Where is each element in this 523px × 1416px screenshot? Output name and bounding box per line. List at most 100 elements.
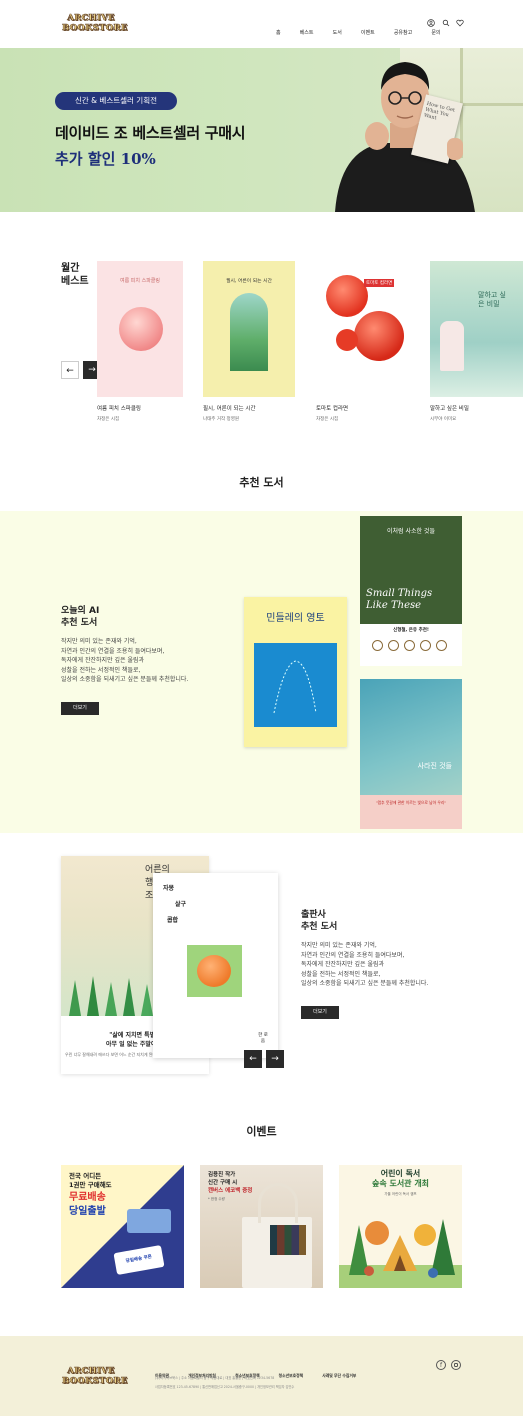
publisher-recommend-title: 출판사 추천 도서 — [301, 909, 337, 933]
book-cover-title: 여름 피치 스파클링 — [120, 278, 160, 284]
main-nav: 홈 베스트 도서 이벤트 공유참고 문의 — [262, 19, 441, 38]
books-in-bag — [270, 1225, 306, 1255]
publisher-next-button[interactable]: → — [266, 1050, 284, 1068]
event-line: 무료배송 — [69, 1192, 106, 1203]
nav-home[interactable]: 홈 — [276, 30, 281, 36]
cover-tagline: "멈추 뭇갈에 관한 이르는 빛으로 남아 우리" — [375, 800, 447, 805]
facebook-icon[interactable]: f — [436, 1360, 446, 1370]
publisher-title-line1: 출판사 — [301, 910, 326, 920]
forest-illustration — [339, 1219, 462, 1288]
desc-line: 일상의 소중함을 되새기고 싶은 분들께 추천합니다. — [61, 676, 189, 683]
book-author: 나태주 거작 정영원 — [203, 417, 239, 422]
cover-band: "멈추 뭇갈에 관한 이르는 빛으로 남아 우리" — [360, 795, 462, 829]
logo-line2: BOOKSTORE — [62, 1376, 128, 1387]
peach-illustration — [119, 307, 163, 351]
hero-heading: 데이비드 조 베스트셀러 구매시 — [55, 124, 246, 142]
award-badges — [372, 640, 447, 651]
search-icon[interactable] — [442, 19, 450, 27]
instagram-icon[interactable] — [451, 1360, 461, 1370]
event-banner-free-delivery[interactable]: 전국 어디든 1권만 구매해도 무료배송 당일출발 당일배송 쿠폰 — [61, 1165, 184, 1288]
best-book-card[interactable]: 토마토 컵라면 토마토 컵라면 차정은 시집 — [316, 261, 408, 431]
event-line: 당일출발 — [69, 1206, 106, 1217]
site-logo[interactable]: ARCHIVE BOOKSTORE — [62, 13, 128, 34]
nav-books[interactable]: 도서 — [333, 30, 342, 36]
publisher-more-button[interactable]: 더보기 — [301, 1006, 339, 1019]
footer-logo[interactable]: ARCHIVE BOOKSTORE — [62, 1366, 128, 1387]
cover-word: 콥합 — [167, 917, 179, 924]
book-cover: 필시, 어른이 되는 시간 — [203, 261, 295, 397]
user-icon[interactable] — [427, 19, 435, 27]
best-book-card[interactable]: 말하고 싶은 비밀 말하고 싶은 비밀 시부야 이미요 — [430, 261, 523, 431]
nav-contact[interactable]: 문의 — [431, 30, 440, 36]
figure-illustration — [440, 321, 464, 371]
desc-line: 성찰을 전하는 서정적인 책들로, — [301, 970, 381, 978]
book-cover-subtitle: Small Things Like These — [366, 588, 433, 611]
nav-event[interactable]: 이벤트 — [361, 30, 375, 36]
footer-company-info: (주)아카이브북스 | 주소 서울특별시 중구 세종대로 | 대표 홍길동 | … — [155, 1376, 275, 1380]
cover-corner-text: 한 로움 — [258, 1033, 268, 1044]
event-banner-ecobag[interactable]: 김용진 작가 신간 구매 시 캔버스 에코백 증정 * 한정 수량 — [200, 1165, 323, 1288]
publisher-book-cover[interactable]: 자몽 살구 콥합 한 로움 — [153, 873, 278, 1058]
cover-illustration — [254, 643, 337, 727]
book-title: 여름 피치 스파클링 — [97, 406, 141, 412]
logo-line2: BOOKSTORE — [62, 23, 128, 34]
heart-icon[interactable] — [456, 19, 464, 27]
publisher-prev-button[interactable]: ← — [244, 1050, 262, 1068]
site-header: ARCHIVE BOOKSTORE 홈 베스트 도서 이벤트 공유참고 문의 — [0, 0, 523, 48]
hero-hand — [447, 138, 463, 160]
hero-discount: 추가 할인 10% — [55, 150, 156, 168]
best-book-card[interactable]: 필시, 어른이 되는 시간 필시, 어른이 되는 시간 나태주 거작 정영원 — [203, 261, 295, 431]
nav-best[interactable]: 베스트 — [300, 30, 314, 36]
logo-line1: ARCHIVE — [67, 1366, 115, 1377]
book-cover: 여름 피치 스파클링 — [97, 261, 183, 397]
desc-line: 독자에게 잔잔하지만 깊은 울림과 — [61, 657, 145, 664]
event-banner-forest-library[interactable]: 어린이 독서 숲속 도서관 개최 가을 어린이 독서 캠프 — [339, 1165, 462, 1288]
ai-title-line2: 추천 도서 — [61, 618, 98, 628]
recommend-book-cover[interactable]: 사라진 것들 "멈추 뭇갈에 관한 이르는 빛으로 남아 우리" — [360, 679, 462, 829]
book-author: 차정은 시집 — [97, 417, 120, 422]
desc-line: 성찰을 전하는 서정적인 책들로, — [61, 666, 141, 674]
desc-line: 작지만 의미 있는 존재와 기억, — [61, 638, 137, 645]
desc-line: 작지만 의미 있는 존재와 기억, — [301, 942, 377, 949]
book-author: 차정은 시집 — [316, 417, 339, 422]
event-line: 김용진 작가 — [208, 1172, 236, 1178]
book-title: 말하고 싶은 비밀 — [430, 406, 469, 412]
book-title: 필시, 어른이 되는 시간 — [203, 406, 256, 412]
desc-line: 자연과 인간의 연결을 조용히 들여다보며, — [61, 647, 165, 655]
arch-illustration — [230, 293, 268, 371]
ai-more-button[interactable]: 더보기 — [61, 702, 99, 715]
book-cover: 말하고 싶은 비밀 — [430, 261, 523, 397]
footer-registration-info: 사업자등록번호 123-45-67890 | 통신판매업신고 2024-서울중구… — [155, 1385, 295, 1389]
logo-line1: ARCHIVE — [67, 13, 115, 24]
event2-text: 김용진 작가 신간 구매 시 캔버스 에코백 증정 * 한정 수량 — [208, 1171, 252, 1203]
event-line: 1권만 구매해도 — [69, 1181, 112, 1189]
recommend-book-cover[interactable]: 민들레의 영토 — [244, 597, 347, 747]
desc-line: 일상의 소중함을 되새기고 싶은 분들께 추천합니다. — [301, 980, 429, 987]
tomato-illustration — [326, 275, 368, 317]
book-cover-title: 민들레의 영토 — [266, 613, 325, 624]
prev-arrow-button[interactable]: ← — [61, 361, 79, 379]
monthly-title-line2: 베스트 — [61, 276, 89, 287]
event-line: 신간 구매 시 — [208, 1180, 238, 1186]
recommend-book-cover[interactable]: 이처럼 사소한 것들 Small Things Like These 신형철, … — [360, 516, 462, 666]
event-note: 가을 어린이 독서 캠프 — [384, 1192, 417, 1196]
nav-share[interactable]: 공유참고 — [394, 30, 412, 36]
desc-line: 자연과 인간의 연결을 조용히 들여다보며, — [301, 951, 405, 959]
book-title: 토마토 컵라면 — [316, 406, 349, 412]
cover-band: 신형철, 은유 추천! — [360, 624, 462, 666]
cover-word: 자몽 — [163, 885, 175, 892]
event1-highlight: 무료배송 당일출발 — [69, 1191, 106, 1219]
fruit-illustration — [197, 955, 231, 987]
ai-recommend-title: 오늘의 AI 추천 도서 — [61, 605, 99, 629]
event-line: 숲속 도서관 개최 — [371, 1179, 430, 1188]
book-cover-title: 말하고 싶은 비밀 — [478, 291, 506, 308]
event-line: 캔버스 에코백 증정 — [208, 1188, 253, 1194]
event-note: * 한정 수량 — [208, 1197, 225, 1201]
tomato-illustration — [336, 329, 358, 351]
event-line: 전국 어디든 — [69, 1172, 102, 1180]
publisher-title-line2: 추천 도서 — [301, 922, 338, 932]
book-cover-title: 이처럼 사소한 것들 — [387, 528, 435, 535]
best-book-card[interactable]: 여름 피치 스파클링 여름 피치 스파클링 차정은 시집 — [97, 261, 183, 431]
cover-tagline: 신형철, 은유 추천! — [393, 628, 429, 633]
publisher-description: 작지만 의미 있는 존재와 기억, 자연과 인간의 연결을 조용히 들여다보며,… — [301, 941, 501, 989]
